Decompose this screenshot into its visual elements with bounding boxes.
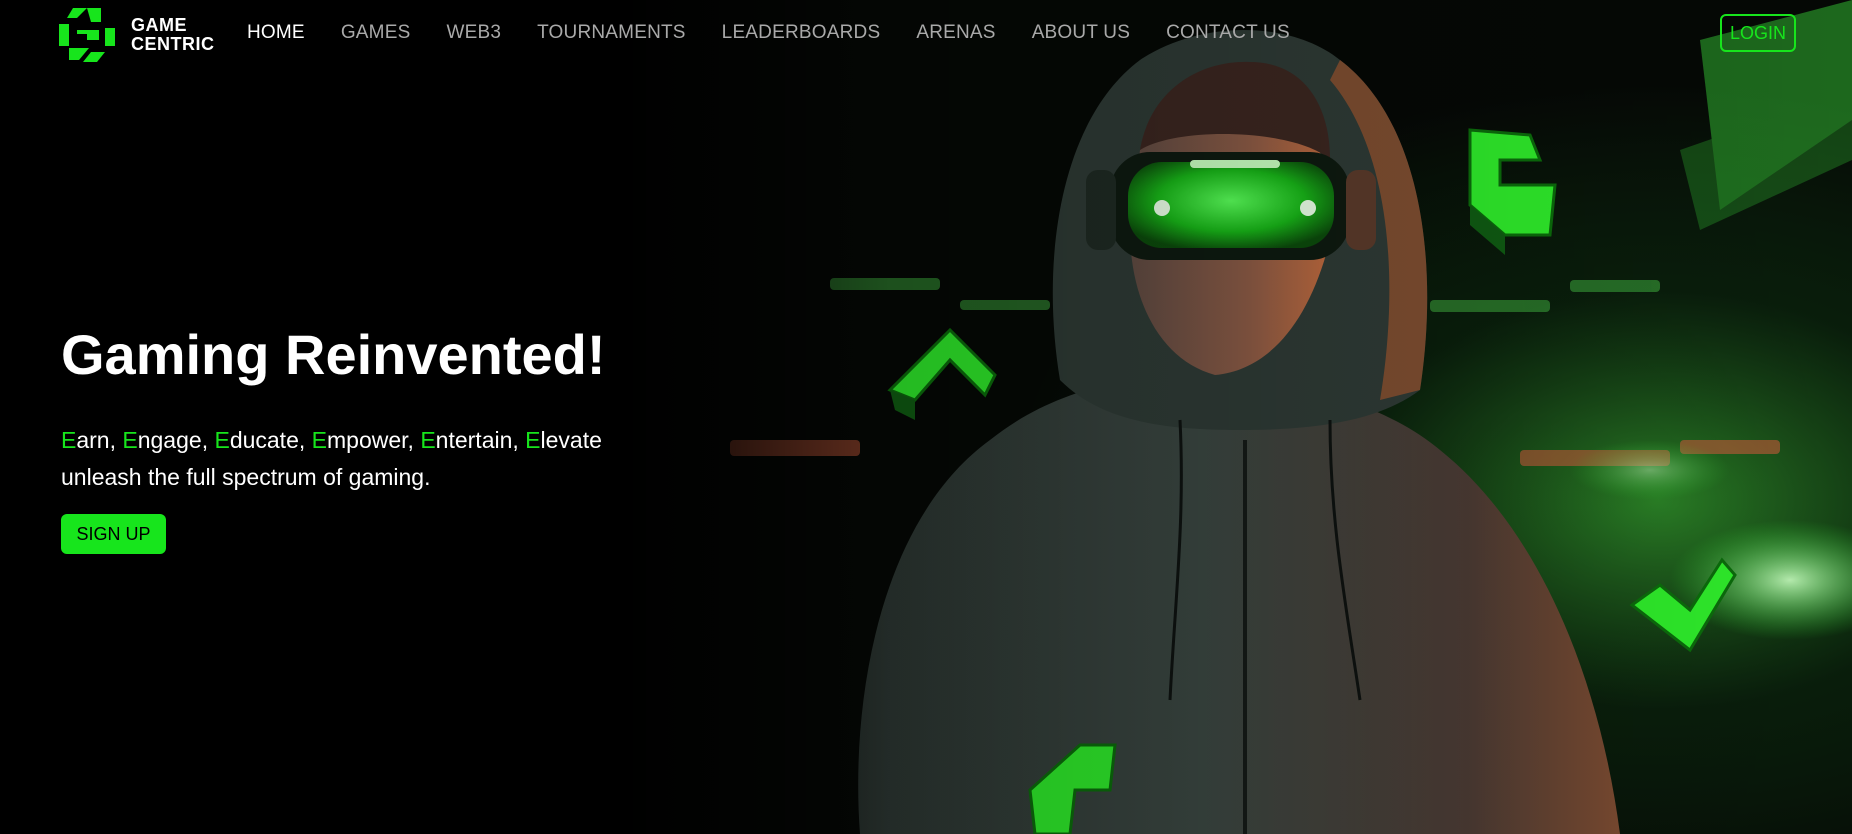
tagline-initial: E xyxy=(214,427,230,453)
nav-item-tournaments: TOURNAMENTS xyxy=(537,18,686,48)
tagline-rest: ntertain xyxy=(435,427,513,453)
tagline-line2: unleash the full spectrum of gaming. xyxy=(61,464,431,490)
tagline-word-empower: Empower, xyxy=(312,427,421,453)
tagline-word-elevate: Elevate xyxy=(525,427,602,453)
nav-link-games[interactable]: GAMES xyxy=(341,18,411,48)
tagline-separator: , xyxy=(407,427,421,453)
nav-link-about-us[interactable]: ABOUT US xyxy=(1032,18,1130,48)
nav-item-arenas: ARENAS xyxy=(916,18,995,48)
tagline-initial: E xyxy=(311,427,327,453)
tagline-rest: ducate xyxy=(229,427,299,453)
signup-button[interactable]: SIGN UP xyxy=(61,514,166,554)
tagline-separator: , xyxy=(512,427,526,453)
brand-name-line2: CENTRIC xyxy=(131,34,215,54)
hero-tagline: Earn, Engage, Educate, Empower, Entertai… xyxy=(61,422,602,496)
tagline-rest: levate xyxy=(540,427,602,453)
tagline-rest: ngage xyxy=(137,427,202,453)
tagline-initial: E xyxy=(61,427,77,453)
top-navigation: GAME CENTRIC HOME GAMES WEB3 TOURNAMENTS… xyxy=(0,0,1852,70)
brand-name: GAME CENTRIC xyxy=(131,16,215,54)
nav-menu: HOME GAMES WEB3 TOURNAMENTS LEADERBOARDS… xyxy=(247,18,1326,48)
nav-item-web3: WEB3 xyxy=(446,18,501,48)
nav-item-contact-us: CONTACT US xyxy=(1166,18,1290,48)
hero-background-image xyxy=(0,0,1852,834)
brand-name-line1: GAME xyxy=(131,15,187,35)
tagline-initial: E xyxy=(525,427,541,453)
brand-logo[interactable]: GAME CENTRIC xyxy=(55,4,225,66)
hero-headline: Gaming Reinvented! xyxy=(61,323,606,386)
nav-item-home: HOME xyxy=(247,18,305,48)
nav-link-web3[interactable]: WEB3 xyxy=(446,18,501,48)
tagline-rest: mpower xyxy=(327,427,408,453)
tagline-initial: E xyxy=(122,427,138,453)
nav-link-arenas[interactable]: ARENAS xyxy=(916,18,995,48)
nav-item-leaderboards: LEADERBOARDS xyxy=(722,18,881,48)
tagline-word-engage: Engage, xyxy=(122,427,214,453)
nav-link-tournaments[interactable]: TOURNAMENTS xyxy=(537,18,686,48)
game-centric-logo-icon xyxy=(59,8,115,62)
nav-item-about-us: ABOUT US xyxy=(1032,18,1130,48)
tagline-rest: arn xyxy=(76,427,110,453)
tagline-word-earn: Earn, xyxy=(61,427,122,453)
nav-link-home[interactable]: HOME xyxy=(247,18,305,48)
nav-link-leaderboards[interactable]: LEADERBOARDS xyxy=(722,18,881,48)
tagline-separator: , xyxy=(109,427,123,453)
nav-item-games: GAMES xyxy=(341,18,411,48)
nav-link-contact-us[interactable]: CONTACT US xyxy=(1166,18,1290,48)
tagline-separator: , xyxy=(201,427,215,453)
hero-section: GAME CENTRIC HOME GAMES WEB3 TOURNAMENTS… xyxy=(0,0,1852,834)
tagline-word-educate: Educate, xyxy=(214,427,311,453)
tagline-initial: E xyxy=(420,427,436,453)
login-button[interactable]: LOGIN xyxy=(1720,14,1796,52)
tagline-separator: , xyxy=(298,427,312,453)
tagline-word-entertain: Entertain, xyxy=(420,427,525,453)
